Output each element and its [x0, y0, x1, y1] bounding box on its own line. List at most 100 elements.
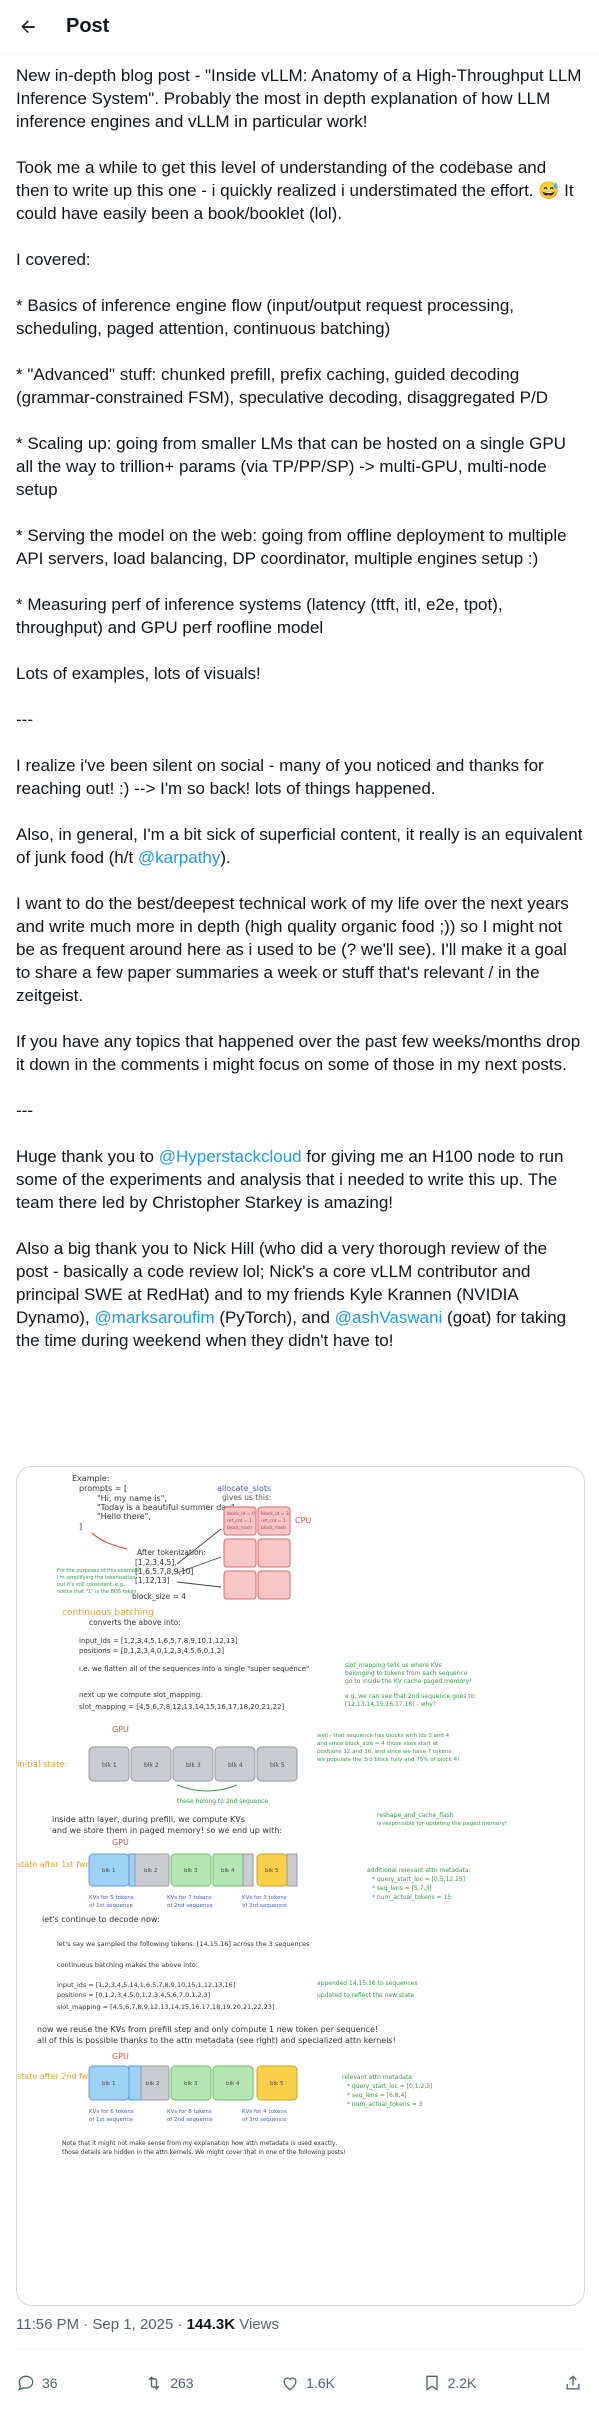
fig-text: blk 2 [146, 2081, 159, 2087]
fig-text: blk 5 [270, 2081, 284, 2087]
fig-text: block_hash [261, 1525, 286, 1531]
fig-text: blk 1 [102, 2081, 115, 2087]
fig-text: those details are hidden in the attn ker… [62, 2149, 346, 2156]
fig-text: [1,12,13] [135, 1576, 170, 1585]
fig-text: blk 1 [102, 1762, 117, 1769]
meta-separator: · [177, 2316, 187, 2333]
text-span: Huge thank you to [16, 1147, 159, 1166]
repost-icon [148, 2376, 160, 2390]
fig-text: KVs for 3 tokens [242, 1895, 287, 1901]
fig-text: input_ids = [1,2,3,4,5,14,1,6,5,7,8,9,10… [57, 1981, 235, 1989]
fig-text: Note that it might not make sense from m… [62, 2140, 337, 2147]
post-paragraph: Huge thank you to @Hyperstackcloud for g… [16, 1145, 583, 1214]
fig-text: i'm simplifying the tokenization, [57, 1575, 137, 1581]
reply-button[interactable]: 36 [16, 2373, 58, 2393]
fig-text: [12,13,14,15,16,17,18] - why? [345, 1701, 436, 1708]
fig-text: [1,2,3,4,5], [135, 1558, 177, 1567]
bookmark-button[interactable]: 2.2K [422, 2373, 476, 2393]
fig-text: block_hash [227, 1525, 252, 1531]
post-paragraph: * Measuring perf of inference systems (l… [16, 595, 503, 637]
fig-text: notice that "1" is the BOS token [57, 1589, 137, 1595]
fig-text: blk 1 [102, 1868, 115, 1874]
fig-text: input_ids = [1,2,3,4,5,1,6,5,7,8,9,10,1,… [79, 1637, 238, 1645]
fig-text: prompts = [ [79, 1484, 127, 1493]
fig-text: KVs for 5 tokens [89, 1895, 134, 1901]
fig-text: let's say we sampled the following token… [57, 1940, 310, 1948]
mention-link[interactable]: @marksaroufim [94, 1308, 214, 1327]
fig-text: and we store them in paged memory! so we… [52, 1826, 282, 1835]
fig-text: of 1st sequence [89, 2117, 133, 2123]
fig-text: CPU [295, 1516, 311, 1525]
timestamp[interactable]: 11:56 PM · Sep 1, 2025 [16, 2316, 173, 2333]
fig-text: blk 4 [221, 1868, 235, 1874]
like-count: 1.6K [306, 2375, 335, 2391]
fig-text: KVs for 6 tokens [89, 2109, 134, 2115]
fig-text: block_id = 0 [227, 1511, 255, 1517]
view-count: 144.3K [186, 2316, 236, 2333]
fig-text: additional relevant attn metadata: [367, 1867, 471, 1874]
fig-text: we populate the 3rd block fully and 75% … [317, 1757, 459, 1763]
page-title: Post [66, 15, 110, 37]
fig-text: now we reuse the KVs from prefill step a… [37, 2025, 378, 2034]
share-icon [566, 2375, 580, 2390]
fig-text: of 1st sequence [89, 1903, 133, 1909]
mention-link[interactable]: @ashVaswani [335, 1308, 443, 1327]
post-paragraph: I want to do the best/deepest technical … [16, 894, 569, 1005]
mention-link[interactable]: @karpathy [138, 848, 220, 867]
fig-text: reshape_and_cache_flash [377, 1812, 454, 1819]
fig-text: * num_actual_tokens = 3 [347, 2101, 423, 2108]
fig-text: [1,6,5,7,8,9,10] [135, 1567, 193, 1576]
fig-text: these belong to 2nd sequence [177, 1798, 268, 1805]
fig-text: next up we compute slot_mapping: [79, 1691, 203, 1699]
reply-icon [18, 2375, 34, 2391]
fig-text: continuous batching makes the above into… [57, 1961, 198, 1969]
bookmark-icon [425, 2375, 438, 2391]
fig-text: gives us this: [222, 1493, 271, 1502]
fig-text: initial state: [17, 1760, 67, 1770]
back-button[interactable] [8, 7, 48, 47]
fig-text: appended 14,15,16 to sequences [317, 1980, 418, 1987]
fig-text: blk 3 [186, 1762, 201, 1769]
action-bar: 36 263 1.6K 2.2K [16, 2357, 583, 2409]
repost-button[interactable]: 263 [144, 2373, 194, 2393]
gpu-blocks-prefill: blk 1 blk 2 blk 3 blk 4 blk 5 [88, 1853, 298, 1887]
fig-text: KVs for 8 tokens [167, 2109, 212, 2115]
fig-text: of 2nd sequence [167, 1903, 213, 1909]
mention-link[interactable]: @Hyperstackcloud [159, 1147, 302, 1166]
post-image[interactable]: Example: prompts = [ "Hi, my name is", "… [16, 1466, 585, 2306]
like-button[interactable]: 1.6K [280, 2373, 335, 2393]
fig-text: blk 5 [270, 1762, 285, 1769]
fig-text: allocate_slots [217, 1484, 271, 1493]
fig-text: * query_start_loc = [0,5,12,15] [372, 1876, 465, 1883]
fig-text: e.g. we can see that 2nd sequence goes t… [345, 1693, 476, 1700]
fig-text: GPU [112, 2052, 129, 2061]
text-span: ). [220, 848, 231, 867]
fig-text: KVs for 4 tokens [242, 2109, 287, 2115]
fig-text: and since block_size = 4 those slots sta… [317, 1741, 439, 1747]
fig-text: of 3rd sequence [242, 1903, 287, 1909]
fig-text: of 2nd sequence [167, 2117, 213, 2123]
fig-text: "Hello there", [97, 1512, 151, 1521]
separator-text: --- [16, 710, 33, 729]
reply-count: 36 [42, 2375, 58, 2391]
fig-text: updated to reflect the new state [317, 1992, 414, 1999]
post-paragraph: Also, in general, I'm a bit sick of supe… [16, 823, 583, 869]
share-button[interactable] [563, 2373, 583, 2393]
fig-text: Example: [72, 1474, 109, 1483]
fig-text: of 3rd sequence [242, 2117, 287, 2123]
divider [16, 2348, 583, 2349]
fig-text: ref_cnt = 1 [261, 1518, 286, 1524]
fig-text: belonging to tokens from each sequence [345, 1670, 468, 1677]
fig-text: * query_start_loc = [0,1,2,3] [347, 2083, 432, 2090]
fig-text: blk 3 [184, 1868, 198, 1874]
fig-text: continuous batching [62, 1608, 154, 1618]
fig-text: blk 4 [226, 2081, 240, 2087]
post-paragraph: * Scaling up: going from smaller LMs tha… [16, 434, 566, 499]
fig-text: ref_cnt = 1 [227, 1518, 252, 1524]
fig-text: i.e. we flatten all of the sequences int… [79, 1665, 309, 1673]
fig-text: GPU [112, 1838, 129, 1847]
fig-text: blk 3 [184, 2081, 198, 2087]
repost-count: 263 [170, 2375, 194, 2391]
fig-text: block_size = 4 [132, 1592, 186, 1601]
fig-text: "Hi, my name is", [97, 1494, 167, 1503]
